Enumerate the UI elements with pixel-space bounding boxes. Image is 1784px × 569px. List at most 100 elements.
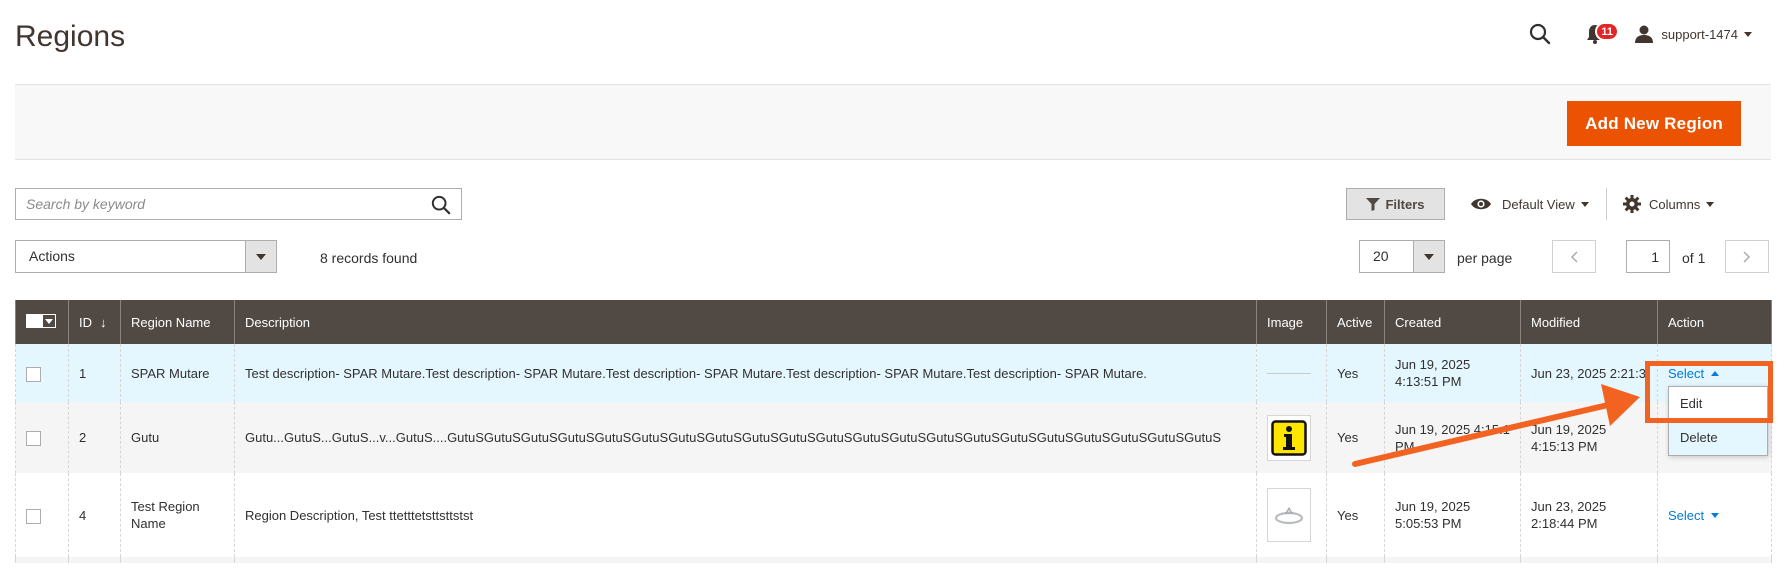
cell-modified: Jun 23, 2025 2:18:44 PM bbox=[1520, 473, 1658, 557]
filter-funnel-icon bbox=[1366, 197, 1381, 211]
columns-label: Columns bbox=[1649, 196, 1701, 212]
cell-region-name: Test Region Name bbox=[120, 473, 235, 557]
toolbar-divider bbox=[1606, 188, 1607, 220]
cell-modified: Jun 19, 2025 4:15:13 PM bbox=[1520, 402, 1658, 473]
per-page-value: 20 bbox=[1373, 248, 1389, 264]
add-new-region-button[interactable]: Add New Region bbox=[1567, 101, 1741, 146]
chevron-down-icon bbox=[1424, 253, 1434, 260]
cell-description: Gutu...GutuS...GutuS...v...GutuS....Gutu… bbox=[234, 402, 1257, 473]
row-action-select[interactable]: Select bbox=[1668, 365, 1720, 382]
cell-image bbox=[1256, 344, 1327, 402]
cell-id: 4 bbox=[68, 473, 121, 557]
column-header-image[interactable]: Image bbox=[1256, 300, 1327, 344]
edit-menu-item[interactable]: Edit bbox=[1669, 387, 1767, 421]
ring-photo-thumbnail[interactable] bbox=[1267, 488, 1311, 542]
cell-active: Yes bbox=[1326, 344, 1385, 402]
table-row[interactable]: 1 SPAR Mutare Test description- SPAR Mut… bbox=[15, 344, 1772, 402]
keyword-search bbox=[15, 188, 462, 220]
per-page-label: per page bbox=[1457, 250, 1513, 266]
cell-active: Yes bbox=[1326, 473, 1385, 557]
chevron-left-icon bbox=[1570, 250, 1578, 263]
chevron-down-icon bbox=[1706, 201, 1715, 207]
column-header-action: Action bbox=[1657, 300, 1772, 344]
row-checkbox[interactable] bbox=[26, 508, 41, 524]
column-header-active[interactable]: Active bbox=[1326, 300, 1385, 344]
cell-modified: Jun 23, 2025 2:21:3 bbox=[1520, 344, 1658, 402]
page-title: Regions bbox=[15, 20, 126, 53]
columns-switcher[interactable]: Columns bbox=[1623, 190, 1715, 218]
sort-descending-icon: ↓ bbox=[100, 314, 107, 330]
row-checkbox[interactable] bbox=[26, 431, 41, 447]
page-actions-bar: Add New Region bbox=[15, 84, 1771, 160]
cell-id: 2 bbox=[68, 402, 121, 473]
cell-region-name: Gutu bbox=[120, 402, 235, 473]
chevron-down-icon bbox=[45, 318, 53, 324]
per-page-dropdown-arrow[interactable] bbox=[1413, 241, 1444, 272]
notification-count-badge: 11 bbox=[1595, 22, 1620, 41]
row-checkbox[interactable] bbox=[26, 366, 41, 382]
column-header-description[interactable]: Description bbox=[234, 300, 1257, 344]
eye-icon bbox=[1471, 198, 1491, 210]
search-input[interactable] bbox=[16, 189, 461, 219]
chevron-right-icon bbox=[1743, 250, 1751, 263]
cell-created: Jun 19, 2025 5:05:53 PM bbox=[1384, 473, 1521, 557]
chevron-down-icon bbox=[1744, 31, 1752, 37]
column-header-region-name[interactable]: Region Name bbox=[120, 300, 235, 344]
global-search-icon[interactable] bbox=[1525, 19, 1555, 49]
mass-select-checkbox[interactable] bbox=[26, 314, 42, 328]
mass-select-dropdown[interactable] bbox=[42, 314, 56, 328]
mass-select-control[interactable] bbox=[26, 313, 56, 329]
info-icon[interactable] bbox=[1267, 414, 1311, 461]
row-action-select[interactable]: Select bbox=[1668, 507, 1720, 524]
mass-select-header[interactable] bbox=[15, 300, 69, 344]
cell-id: 1 bbox=[68, 344, 121, 402]
table-row[interactable]: 4 Test Region Name Region Description, T… bbox=[15, 473, 1772, 557]
view-label: Default View bbox=[1502, 196, 1575, 212]
page-total: of 1 bbox=[1682, 250, 1706, 266]
current-page-input[interactable] bbox=[1626, 240, 1670, 273]
mass-actions-select[interactable]: Actions bbox=[15, 240, 277, 273]
chevron-down-icon bbox=[1580, 201, 1589, 207]
default-view-switcher[interactable]: Default View bbox=[1470, 190, 1589, 218]
search-submit-icon[interactable] bbox=[429, 193, 453, 217]
user-account-menu[interactable]: support-1474 bbox=[1635, 25, 1752, 43]
cell-image bbox=[1256, 473, 1327, 557]
table-row bbox=[15, 557, 1772, 563]
cell-region-name: SPAR Mutare bbox=[120, 344, 235, 402]
delete-menu-item[interactable]: Delete bbox=[1669, 421, 1767, 455]
gear-icon bbox=[1623, 195, 1641, 213]
filters-label: Filters bbox=[1385, 196, 1425, 212]
cell-description: Test description- SPAR Mutare.Test descr… bbox=[234, 344, 1257, 402]
notifications-bell-icon[interactable]: 11 bbox=[1581, 19, 1620, 49]
column-header-id-label: ID bbox=[79, 314, 92, 330]
row-action-menu: Edit Delete bbox=[1668, 386, 1768, 456]
chevron-down-icon bbox=[1711, 512, 1720, 518]
cell-action: Select bbox=[1657, 473, 1772, 557]
records-found: 8 records found bbox=[320, 250, 418, 266]
cell-created: Jun 19, 2025 4:15:1 PM bbox=[1384, 402, 1521, 473]
column-header-created[interactable]: Created bbox=[1384, 300, 1521, 344]
username: support-1474 bbox=[1661, 26, 1738, 42]
table-row[interactable]: 2 Gutu Gutu...GutuS...GutuS...v...GutuS.… bbox=[15, 402, 1772, 473]
previous-page-button[interactable] bbox=[1552, 240, 1596, 273]
chevron-up-icon bbox=[1711, 370, 1720, 376]
cell-active: Yes bbox=[1326, 402, 1385, 473]
cell-created-line2: PM bbox=[1395, 438, 1415, 454]
user-icon bbox=[1635, 25, 1654, 43]
cell-description: Region Description, Test ttetttetsttstts… bbox=[234, 473, 1257, 557]
row-action-select-label: Select bbox=[1668, 507, 1705, 523]
regions-grid: ID ↓ Region Name Description Image Active… bbox=[15, 300, 1772, 563]
filters-button[interactable]: Filters bbox=[1346, 188, 1445, 220]
column-header-modified[interactable]: Modified bbox=[1520, 300, 1658, 344]
cell-created-line1: Jun 19, 2025 4:15:1 bbox=[1395, 421, 1510, 437]
cell-created: Jun 19, 2025 4:13:51 PM bbox=[1384, 344, 1521, 402]
column-header-id[interactable]: ID ↓ bbox=[68, 300, 121, 344]
mass-actions-label: Actions bbox=[29, 248, 75, 264]
per-page-select[interactable]: 20 bbox=[1359, 240, 1445, 273]
row-action-select-label: Select bbox=[1668, 365, 1705, 381]
next-page-button[interactable] bbox=[1725, 240, 1769, 273]
mass-actions-dropdown-arrow[interactable] bbox=[245, 241, 276, 272]
empty-image-placeholder bbox=[1267, 372, 1311, 374]
header-actions: 11 support-1474 bbox=[1525, 18, 1752, 50]
cell-image bbox=[1256, 402, 1327, 473]
